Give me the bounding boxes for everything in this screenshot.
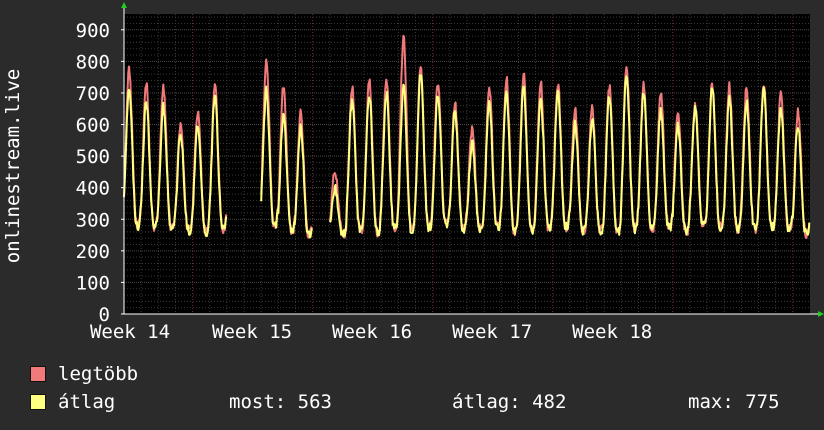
x-tick-label: Week 15 (212, 321, 292, 343)
y-tick-label: 200 (76, 241, 110, 263)
y-tick-label: 700 (76, 83, 110, 105)
y-tick-label: 100 (76, 272, 110, 294)
x-tick-label: Week 17 (452, 321, 532, 343)
y-tick-label: 600 (76, 115, 110, 137)
x-tick-label: Week 18 (572, 321, 652, 343)
x-tick-label: Week 16 (332, 321, 412, 343)
y-tick-label: 800 (76, 51, 110, 73)
chart: 0100200300400500600700800900Week 14 Week … (2, 2, 824, 343)
grid (124, 14, 810, 314)
legend-label-max: legtöbb (58, 363, 139, 385)
legend-item-avg: átlag most: 563 átlag: 482 max: 775 (30, 390, 810, 414)
stat-average: átlag: 482 (452, 391, 567, 413)
y-axis-arrow-icon (121, 2, 127, 8)
y-tick-label: 500 (76, 146, 110, 168)
y-tick-label: 300 (76, 209, 110, 231)
x-axis-arrow-icon (818, 311, 824, 317)
y-axis-label: onlinestream.live (2, 69, 24, 263)
legend-swatch-max (30, 366, 46, 382)
legend-swatch-avg (30, 394, 46, 410)
stat-maximum: max: 775 (688, 391, 780, 413)
stat-current: most: 563 (229, 391, 332, 413)
y-tick-label: 900 (76, 20, 110, 42)
x-tick-label: Week 14 (90, 321, 170, 343)
y-tick-label: 400 (76, 178, 110, 200)
legend-label-avg: átlag (58, 391, 116, 413)
